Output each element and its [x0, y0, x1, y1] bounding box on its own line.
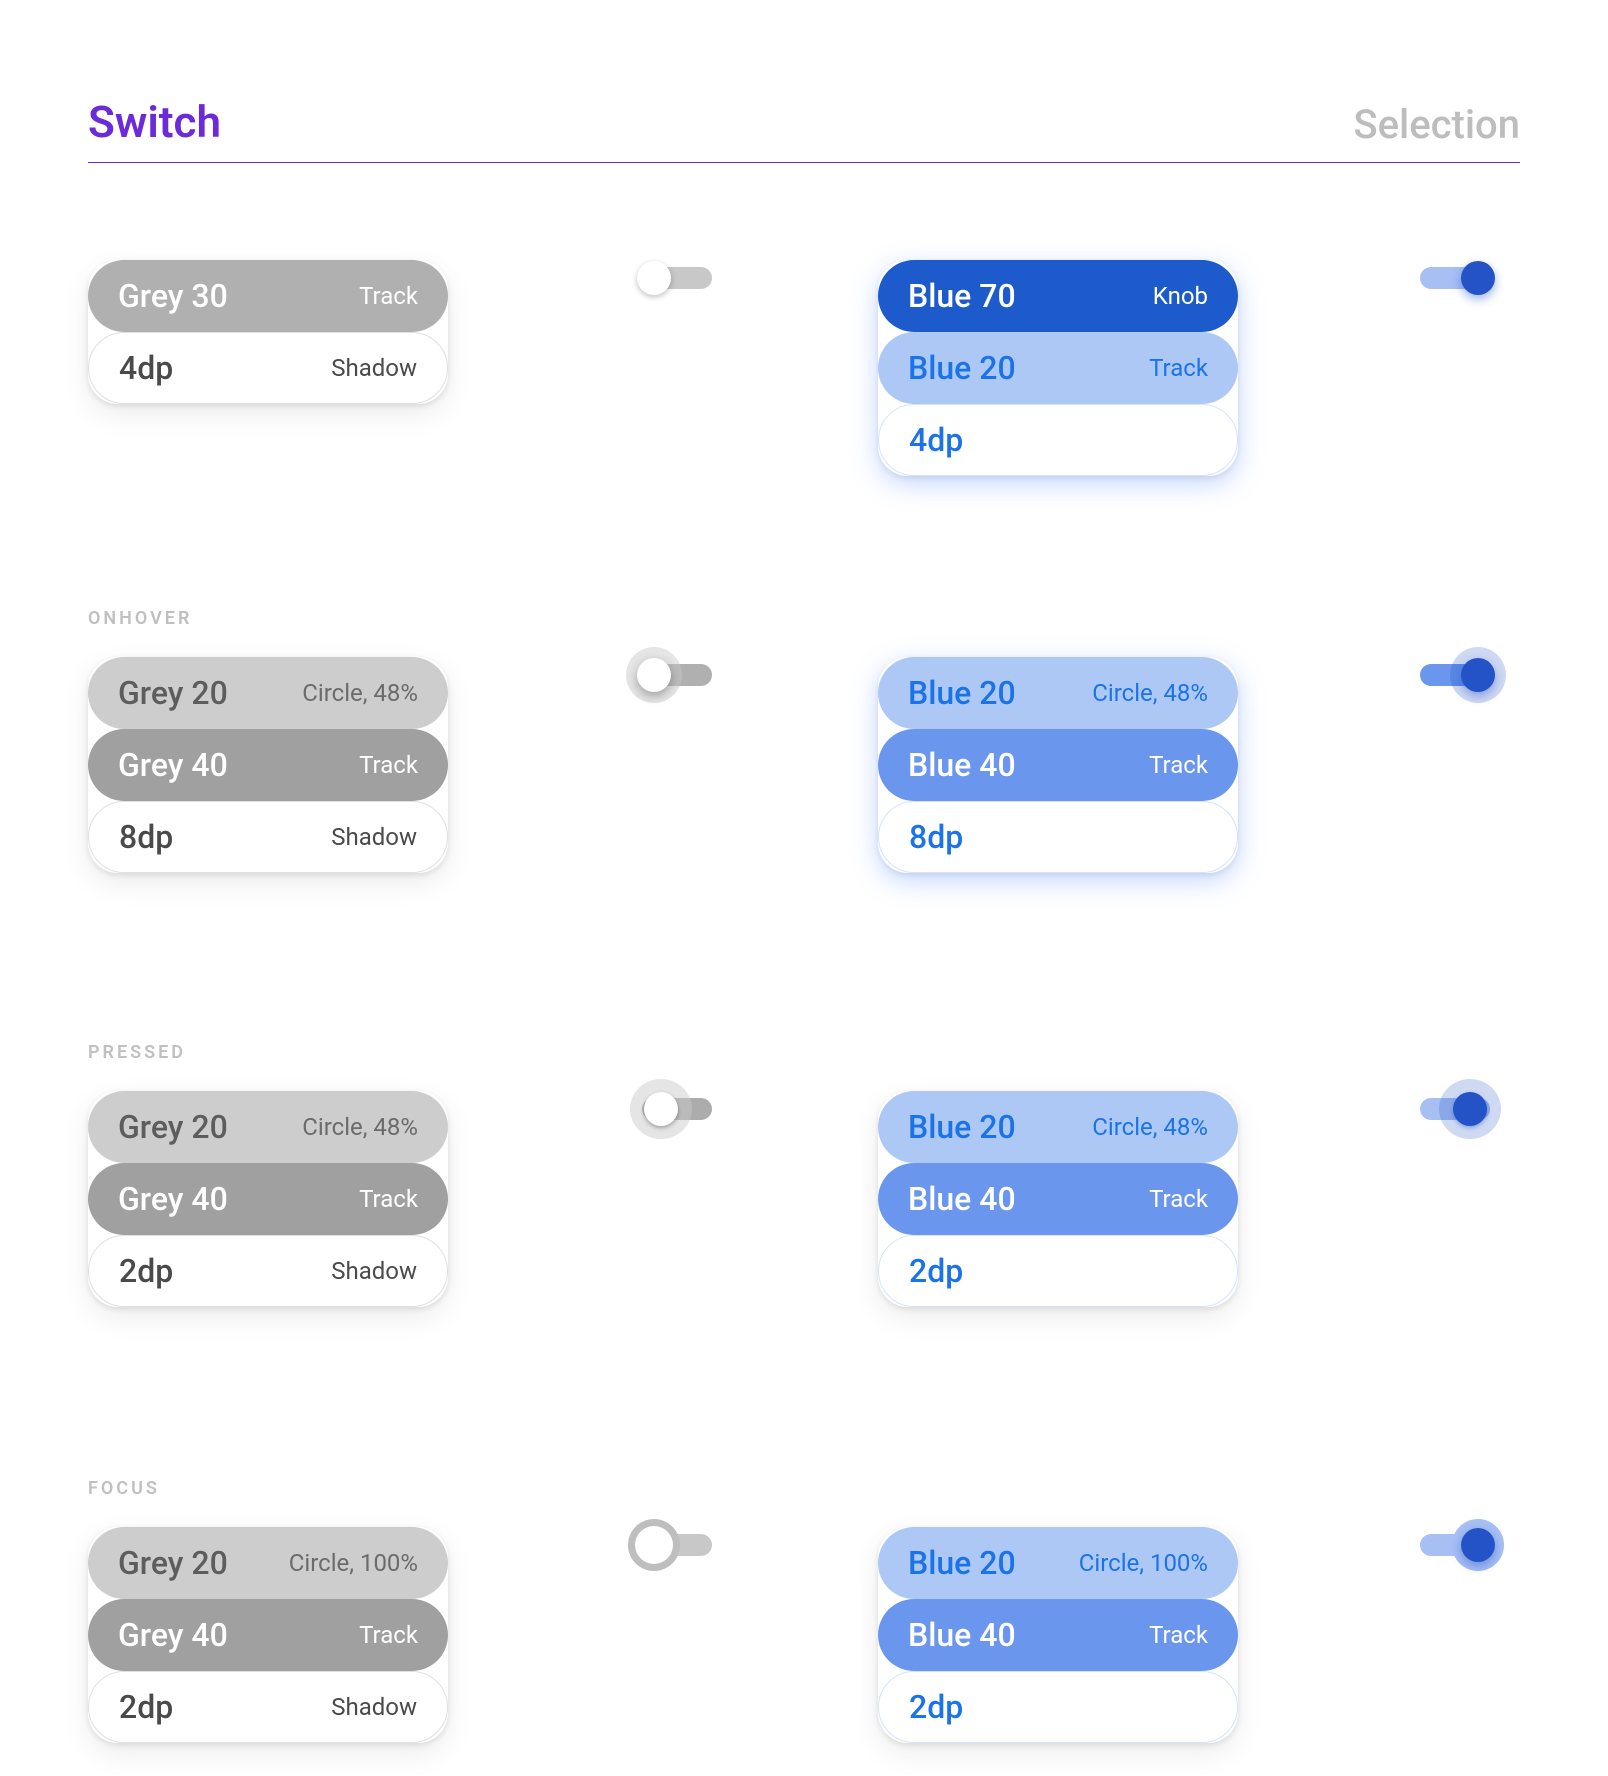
spec-stack-off-pressed: Grey 20 Circle, 48% Grey 40 Track 2dp Sh… — [88, 1091, 448, 1307]
spec-row: Blue 20 Circle, 48% — [878, 657, 1238, 729]
spec-row: Grey 20 Circle, 48% — [88, 1091, 448, 1163]
spec-row: Grey 40 Track — [88, 1163, 448, 1235]
switch-knob — [1461, 1528, 1495, 1562]
spec-value: Grey 20 — [118, 674, 228, 712]
spec-row: Grey 20 Circle, 100% — [88, 1527, 448, 1599]
spec-row: Grey 20 Circle, 48% — [88, 657, 448, 729]
spec-row: 2dp — [878, 1671, 1238, 1743]
spec-stack-on-focus: Blue 20 Circle, 100% Blue 40 Track 2dp — [878, 1527, 1238, 1743]
page-subtitle: Selection — [1353, 101, 1520, 148]
spec-value: Blue 40 — [908, 746, 1016, 784]
spec-value: 2dp — [909, 1688, 963, 1726]
spec-role: Circle, 48% — [1092, 1113, 1208, 1141]
switch-knob — [637, 261, 671, 295]
spec-role: Track — [1149, 751, 1208, 779]
spec-value: 8dp — [119, 818, 173, 856]
spec-stack-off-onhover: Grey 20 Circle, 48% Grey 40 Track 8dp Sh… — [88, 657, 448, 873]
spec-value: Blue 20 — [908, 1544, 1016, 1582]
spec-row: Blue 20 Circle, 100% — [878, 1527, 1238, 1599]
spec-stack-on-default: Blue 70 Knob Blue 20 Track 4dp — [878, 260, 1238, 476]
header: Switch Selection — [88, 96, 1520, 163]
spec-value: Blue 20 — [908, 674, 1016, 712]
spec-role: Shadow — [331, 354, 417, 382]
state-label-focus: FOCUS — [88, 1478, 1520, 1499]
spec-value: 2dp — [119, 1688, 173, 1726]
switch-on-pressed[interactable] — [1420, 1091, 1490, 1119]
spec-row: 4dp Shadow — [88, 332, 448, 404]
spec-value: Grey 30 — [118, 277, 228, 315]
spec-role: Track — [1149, 1621, 1208, 1649]
spec-value: 4dp — [119, 349, 173, 387]
spec-value: 2dp — [909, 1252, 963, 1290]
state-pressed: PRESSED Grey 20 Circle, 48% Grey 40 Trac… — [88, 1042, 1520, 1091]
spec-row: 8dp — [878, 801, 1238, 873]
spec-row: Blue 20 Circle, 48% — [878, 1091, 1238, 1163]
spec-role: Circle, 48% — [302, 1113, 418, 1141]
spec-value: Grey 20 — [118, 1544, 228, 1582]
spec-value: Grey 40 — [118, 1180, 228, 1218]
spec-row: 8dp Shadow — [88, 801, 448, 873]
spec-row: 2dp — [878, 1235, 1238, 1307]
page-title: Switch — [88, 96, 221, 148]
spec-value: Blue 70 — [908, 277, 1016, 315]
spec-row: 2dp Shadow — [88, 1671, 448, 1743]
spec-row: Blue 40 Track — [878, 729, 1238, 801]
state-onhover: ONHOVER Grey 20 Circle, 48% Grey 40 Trac… — [88, 608, 1520, 657]
spec-role: Circle, 100% — [1079, 1549, 1208, 1577]
spec-value: Blue 20 — [908, 349, 1016, 387]
switch-off-focus[interactable] — [642, 1527, 712, 1555]
spec-value: 8dp — [909, 818, 963, 856]
spec-value: Grey 20 — [118, 1108, 228, 1146]
switch-on-default[interactable] — [1420, 260, 1490, 288]
spec-row: Blue 20 Track — [878, 332, 1238, 404]
spec-value: 4dp — [909, 421, 963, 459]
spec-role: Shadow — [331, 823, 417, 851]
spec-row: Grey 40 Track — [88, 1599, 448, 1671]
spec-role: Track — [359, 1621, 418, 1649]
spec-role: Track — [359, 1185, 418, 1213]
switch-off-pressed[interactable] — [642, 1091, 712, 1119]
spec-role: Track — [1149, 354, 1208, 382]
state-focus: FOCUS Grey 20 Circle, 100% Grey 40 Track… — [88, 1478, 1520, 1527]
state-label-onhover: ONHOVER — [88, 608, 1520, 629]
spec-stack-off-default: Grey 30 Track 4dp Shadow — [88, 260, 448, 404]
spec-row: Grey 30 Track — [88, 260, 448, 332]
spec-row: Grey 40 Track — [88, 729, 448, 801]
spec-role: Shadow — [331, 1693, 417, 1721]
spec-stack-off-focus: Grey 20 Circle, 100% Grey 40 Track 2dp S… — [88, 1527, 448, 1743]
switch-on-focus[interactable] — [1420, 1527, 1490, 1555]
spec-role: Track — [1149, 1185, 1208, 1213]
spec-role: Shadow — [331, 1257, 417, 1285]
spec-role: Circle, 48% — [302, 679, 418, 707]
switch-knob — [1453, 1092, 1487, 1126]
switch-knob — [1461, 261, 1495, 295]
switch-knob — [637, 658, 671, 692]
spec-stack-on-pressed: Blue 20 Circle, 48% Blue 40 Track 2dp — [878, 1091, 1238, 1307]
spec-role: Track — [359, 751, 418, 779]
state-label-pressed: PRESSED — [88, 1042, 1520, 1063]
spec-row: 2dp Shadow — [88, 1235, 448, 1307]
spec-role: Circle, 100% — [289, 1549, 418, 1577]
spec-role: Knob — [1153, 282, 1208, 310]
switch-knob — [644, 1092, 678, 1126]
spec-value: Blue 40 — [908, 1180, 1016, 1218]
switch-off-default[interactable] — [642, 260, 712, 288]
spec-row: Blue 40 Track — [878, 1599, 1238, 1671]
spec-value: Blue 40 — [908, 1616, 1016, 1654]
spec-row: 4dp — [878, 404, 1238, 476]
spec-role: Circle, 48% — [1092, 679, 1208, 707]
switch-off-onhover[interactable] — [642, 657, 712, 685]
switch-knob — [1461, 658, 1495, 692]
spec-value: Grey 40 — [118, 1616, 228, 1654]
spec-row: Blue 40 Track — [878, 1163, 1238, 1235]
spec-value: Grey 40 — [118, 746, 228, 784]
spec-value: 2dp — [119, 1252, 173, 1290]
switch-halo — [628, 1519, 680, 1571]
spec-role: Track — [359, 282, 418, 310]
spec-value: Blue 20 — [908, 1108, 1016, 1146]
spec-stack-on-onhover: Blue 20 Circle, 48% Blue 40 Track 8dp — [878, 657, 1238, 873]
switch-on-onhover[interactable] — [1420, 657, 1490, 685]
spec-row: Blue 70 Knob — [878, 260, 1238, 332]
